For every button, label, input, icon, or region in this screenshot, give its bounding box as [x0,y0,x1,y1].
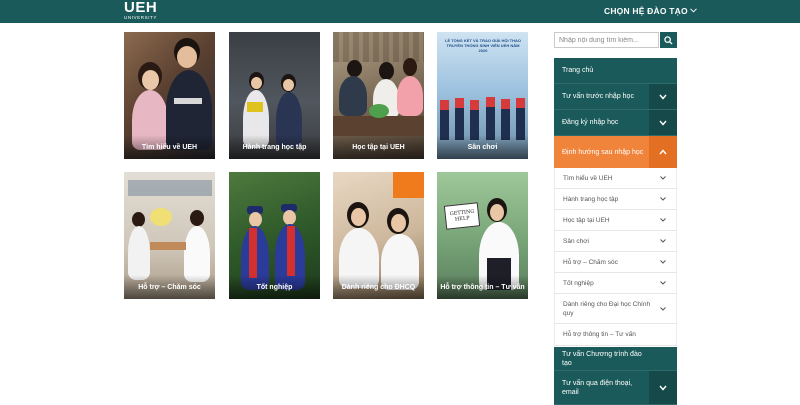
expand-toggle[interactable] [649,371,677,404]
submenu-item-hoc-tap[interactable]: Học tập tại UEH [554,210,677,231]
chevron-down-icon [660,260,666,264]
search-bar [554,32,677,48]
submenu-item-tot-nghiep[interactable]: Tốt nghiệp [554,273,677,294]
submenu-item-label: Hỗ trợ – Chăm sóc [563,258,618,266]
submenu-item-label: Dành riêng cho Đại học Chính quy [563,300,651,317]
card-hoc-tap-tai-ueh[interactable]: Học tập tại UEH [333,32,424,159]
submenu-item-label: Tốt nghiệp [563,279,594,287]
card-san-choi[interactable]: LỄ TỔNG KẾT VÀ TRAO GIẢI HỘI THAO TRUYỀN… [437,32,528,159]
submenu-item-label: Hỗ trợ thông tin – Tư vấn [563,331,636,338]
chevron-down-icon [659,120,667,126]
chevron-down-icon [660,239,666,243]
card-label: Học tập tại UEH [333,135,424,159]
getting-help-sign: GETTING HELP [443,202,481,230]
sidebar-item-label: Trang chủ [562,67,594,74]
expand-toggle[interactable] [649,110,677,135]
chevron-down-icon [660,197,666,201]
card-label: Hành trang học tập [229,135,320,159]
sidebar-item-label: Tư vấn qua điện thoại, email [562,379,633,396]
card-label: Sân chơi [437,135,528,159]
submenu-item-label: Học tập tại UEH [563,216,610,224]
card-hanh-trang-hoc-tap[interactable]: Hành trang học tập [229,32,320,159]
chevron-up-icon [659,149,667,155]
submenu-item-hanh-trang[interactable]: Hành trang học tập [554,189,677,210]
chevron-down-icon [689,7,697,15]
logo-text: UEH [124,0,158,16]
card-label: Hỗ trợ thông tin – Tư vấn [437,275,528,299]
sidebar-item-post-admission[interactable]: Định hướng sau nhập học [554,136,677,168]
sidebar-item-enrollment[interactable]: Đăng ký nhập học [554,110,677,136]
submenu-item-dhcq[interactable]: Dành riêng cho Đại học Chính quy [554,294,677,324]
submenu-item-label: Tìm hiểu về UEH [563,174,613,182]
submenu-item-label: Sân chơi [563,237,589,245]
card-label: Dành riêng cho ĐHCQ [333,275,424,299]
submenu-item-label: Hành trang học tập [563,195,619,203]
category-card-grid: Tìm hiểu về UEH Hành trang học tập Học t [124,32,528,299]
search-input[interactable] [554,32,659,48]
sign-text: GETTING HELP [449,208,475,223]
sidebar-item-home[interactable]: Trang chủ [554,58,677,84]
card-ho-tro-cham-soc[interactable]: Hỗ trợ – Chăm sóc [124,172,215,299]
program-menu-label: CHỌN HỆ ĐÀO TẠO [604,6,688,16]
sidebar-item-pre-admission[interactable]: Tư vấn trước nhập học [554,84,677,110]
card-tot-nghiep[interactable]: Tốt nghiệp [229,172,320,299]
sidebar-item-label: Đăng ký nhập học [562,119,619,126]
submenu-item-tim-hieu-ueh[interactable]: Tìm hiểu về UEH [554,168,677,189]
submenu-item-ho-tro[interactable]: Hỗ trợ – Chăm sóc [554,252,677,273]
chevron-down-icon [660,176,666,180]
program-select-menu[interactable]: CHỌN HỆ ĐÀO TẠO [604,6,697,16]
sidebar-item-label: Tư vấn trước nhập học [562,93,634,100]
chevron-down-icon [659,385,667,391]
card-tim-hieu-ueh[interactable]: Tìm hiểu về UEH [124,32,215,159]
sidebar-item-program-consulting[interactable]: Tư vấn Chương trình đào tạo [554,347,677,371]
top-navigation-bar: UEH UNIVERSITY CHỌN HỆ ĐÀO TẠO [0,0,800,23]
sidebar-menu: Trang chủ Tư vấn trước nhập học Đăng ký … [554,58,677,405]
collapse-toggle[interactable] [649,136,677,168]
submenu-item-tu-van[interactable]: Hỗ trợ thông tin – Tư vấn [554,324,677,346]
sidebar-item-label: Định hướng sau nhập học [562,148,644,156]
card-label: Hỗ trợ – Chăm sóc [124,275,215,299]
card-label: Tốt nghiệp [229,275,320,299]
expand-toggle[interactable] [649,84,677,109]
card-ho-tro-thong-tin[interactable]: GETTING HELP Hỗ trợ thông tin – Tư vấn [437,172,528,299]
card-danh-rieng-dhcq[interactable]: Dành riêng cho ĐHCQ [333,172,424,299]
search-button[interactable] [660,32,677,48]
search-icon [664,33,673,48]
ueh-logo[interactable]: UEH UNIVERSITY [124,0,158,21]
submenu-item-san-choi[interactable]: Sân chơi [554,231,677,252]
chevron-down-icon [659,94,667,100]
event-poster-title: LỄ TỔNG KẾT VÀ TRAO GIẢI HỘI THAO TRUYỀN… [445,38,521,53]
logo-subtext: UNIVERSITY [124,15,158,20]
chevron-down-icon [660,218,666,222]
chevron-down-icon [660,306,666,311]
chevron-down-icon [660,281,666,285]
card-label: Tìm hiểu về UEH [124,135,215,159]
sidebar-item-label: Tư vấn Chương trình đào tạo [562,350,642,367]
sidebar-item-phone-email[interactable]: Tư vấn qua điện thoại, email [554,371,677,405]
